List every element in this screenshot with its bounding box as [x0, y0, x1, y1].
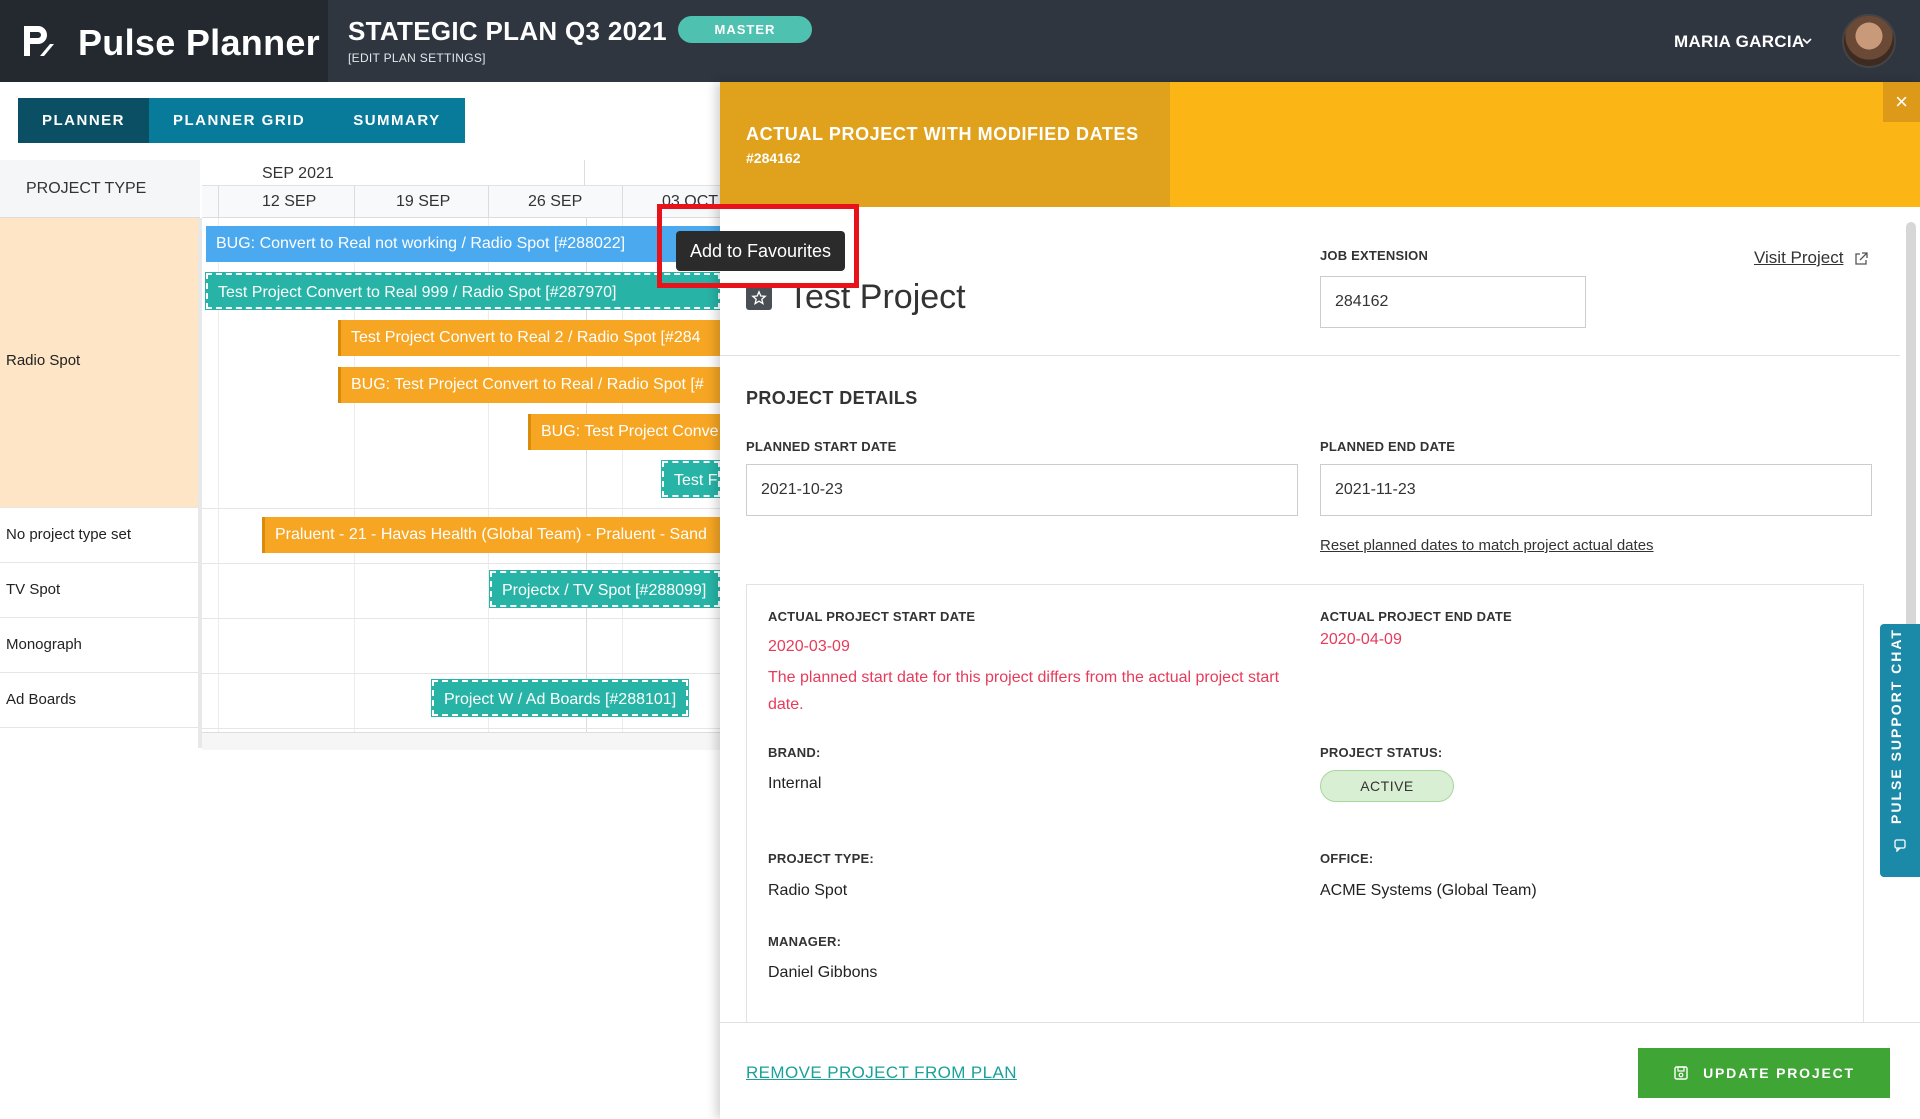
project-detail-panel: ACTUAL PROJECT WITH MODIFIED DATES #2841… — [720, 82, 1920, 1119]
panel-header-fill — [1170, 82, 1920, 207]
visit-project-link[interactable]: Visit Project — [1754, 248, 1843, 268]
office-value: ACME Systems (Global Team) — [1320, 882, 1537, 899]
project-type-header: PROJECT TYPE — [0, 160, 200, 218]
week-label: 19 SEP — [396, 193, 451, 210]
planned-start-date-field[interactable]: 2021-10-23 — [746, 464, 1298, 516]
type-row-tv-spot: TV Spot — [0, 563, 200, 618]
job-extension-field[interactable]: 284162 — [1320, 276, 1586, 328]
actual-end-value: 2020-04-09 — [1320, 631, 1402, 648]
actual-start-label: ACTUAL PROJECT START DATE — [768, 609, 976, 624]
highlight-box — [657, 204, 859, 288]
reset-planned-dates-link[interactable]: Reset planned dates to match project act… — [1320, 537, 1654, 554]
month-label: SEP 2021 — [262, 165, 334, 182]
update-project-button[interactable]: UPDATE PROJECT — [1638, 1048, 1890, 1098]
update-project-label: UPDATE PROJECT — [1703, 1065, 1855, 1081]
brand-area[interactable]: Pulse Planner — [0, 0, 328, 82]
view-tabs: PLANNER PLANNER GRID SUMMARY — [18, 98, 465, 143]
type-row-no-type: No project type set — [0, 508, 200, 563]
star-icon — [751, 290, 767, 305]
plan-title: STATEGIC PLAN Q3 2021 — [348, 16, 667, 46]
avatar[interactable] — [1842, 14, 1896, 68]
actual-end-label: ACTUAL PROJECT END DATE — [1320, 609, 1512, 624]
gantt-bar[interactable]: BUG: Test Project Convert to Real / Radi… — [338, 367, 720, 403]
master-badge: MASTER — [678, 16, 812, 43]
remove-project-link[interactable]: REMOVE PROJECT FROM PLAN — [746, 1063, 1017, 1083]
manager-label: MANAGER: — [768, 934, 842, 949]
planned-end-label: PLANNED END DATE — [1320, 439, 1456, 454]
week-row: 12 SEP 19 SEP 26 SEP 03 OCT — [202, 186, 722, 218]
planner-gantt: PROJECT TYPE SEP 2021 12 SEP 19 SEP 26 S… — [0, 160, 722, 760]
month-divider — [584, 160, 585, 186]
week-divider — [218, 186, 219, 218]
row-divider — [202, 508, 722, 509]
week-divider — [622, 186, 623, 218]
row-divider — [202, 618, 722, 619]
type-row-label: Ad Boards — [6, 691, 77, 708]
support-chat-tab[interactable]: PULSE SUPPORT CHAT — [1880, 624, 1920, 877]
actual-start-value: 2020-03-09 — [768, 638, 850, 655]
project-details-heading: PROJECT DETAILS — [746, 388, 918, 408]
row-divider — [202, 673, 722, 674]
pulse-logo-icon — [24, 26, 54, 56]
gantt-bar[interactable]: BUG: Convert to Real not working / Radio… — [206, 226, 720, 262]
month-row: SEP 2021 — [202, 160, 722, 186]
chevron-down-icon[interactable] — [1800, 34, 1814, 48]
chat-icon — [1894, 839, 1906, 852]
support-chat-label: PULSE SUPPORT CHAT — [1888, 628, 1904, 824]
header-divider — [720, 355, 1900, 356]
type-row-label: Monograph — [6, 636, 82, 653]
gantt-bar[interactable]: Projectx / TV Spot [#288099] — [489, 570, 721, 608]
row-divider — [202, 563, 722, 564]
job-extension-label: JOB EXTENSION — [1320, 248, 1429, 263]
type-row-label: No project type set — [6, 526, 132, 543]
status-badge: ACTIVE — [1320, 770, 1454, 802]
project-type-label: PROJECT TYPE: — [768, 851, 874, 866]
week-divider — [354, 186, 355, 218]
tab-summary[interactable]: SUMMARY — [329, 98, 465, 143]
gantt-bar[interactable]: Test Project Convert to Real 999 / Radio… — [205, 272, 721, 310]
user-menu[interactable]: MARIA GARCIA — [1674, 32, 1804, 52]
week-label: 12 SEP — [262, 193, 317, 210]
project-status-label: PROJECT STATUS: — [1320, 745, 1443, 760]
gantt-bar[interactable]: Praluent - 21 - Havas Health (Global Tea… — [262, 517, 720, 553]
app-name: Pulse Planner — [78, 22, 320, 63]
type-row-radio-spot: Radio Spot — [0, 218, 200, 508]
actual-start-warning: The planned start date for this project … — [768, 669, 1280, 713]
planned-end-date-field[interactable]: 2021-11-23 — [1320, 464, 1872, 516]
brand-label: BRAND: — [768, 745, 821, 760]
external-link-icon[interactable] — [1853, 251, 1869, 267]
close-icon: × — [1895, 89, 1908, 114]
save-icon — [1674, 1066, 1688, 1080]
gantt-bar[interactable]: Project W / Ad Boards [#288101] — [431, 679, 689, 717]
gantt-bar[interactable]: BUG: Test Project Conve — [528, 414, 720, 450]
close-panel-button[interactable]: × — [1883, 82, 1920, 122]
panel-title: ACTUAL PROJECT WITH MODIFIED DATES — [746, 124, 1139, 144]
type-row-ad-boards: Ad Boards — [0, 673, 200, 728]
panel-header: ACTUAL PROJECT WITH MODIFIED DATES #2841… — [720, 82, 1170, 207]
tab-planner[interactable]: PLANNER — [18, 98, 150, 143]
row-divider — [202, 728, 722, 729]
type-row-label: TV Spot — [6, 581, 61, 598]
project-info-box — [746, 584, 1864, 1024]
edit-plan-settings-link[interactable]: [EDIT PLAN SETTINGS] — [348, 51, 486, 65]
gantt-horizontal-scrollbar[interactable] — [202, 732, 722, 750]
gantt-column-divider — [198, 218, 202, 748]
tab-planner-grid[interactable]: PLANNER GRID — [149, 98, 330, 143]
manager-value: Daniel Gibbons — [768, 964, 878, 981]
brand-value: Internal — [768, 775, 822, 792]
type-row-monograph: Monograph — [0, 618, 200, 673]
gantt-bar[interactable]: Test Project Convert to Real 2 / Radio S… — [338, 320, 720, 356]
type-row-label: Radio Spot — [6, 352, 81, 369]
week-divider — [488, 186, 489, 218]
office-label: OFFICE: — [1320, 851, 1374, 866]
project-type-value: Radio Spot — [768, 882, 848, 899]
gantt-bar[interactable]: Test Fa — [661, 460, 721, 498]
week-label: 26 SEP — [528, 193, 583, 210]
project-type-header-label: PROJECT TYPE — [26, 180, 147, 197]
add-to-favourites-button[interactable] — [746, 286, 772, 310]
panel-footer: REMOVE PROJECT FROM PLAN UPDATE PROJECT — [720, 1022, 1920, 1119]
top-bar: Pulse Planner STATEGIC PLAN Q3 2021 [EDI… — [0, 0, 1920, 82]
planned-start-label: PLANNED START DATE — [746, 439, 897, 454]
panel-project-id: #284162 — [746, 150, 801, 166]
